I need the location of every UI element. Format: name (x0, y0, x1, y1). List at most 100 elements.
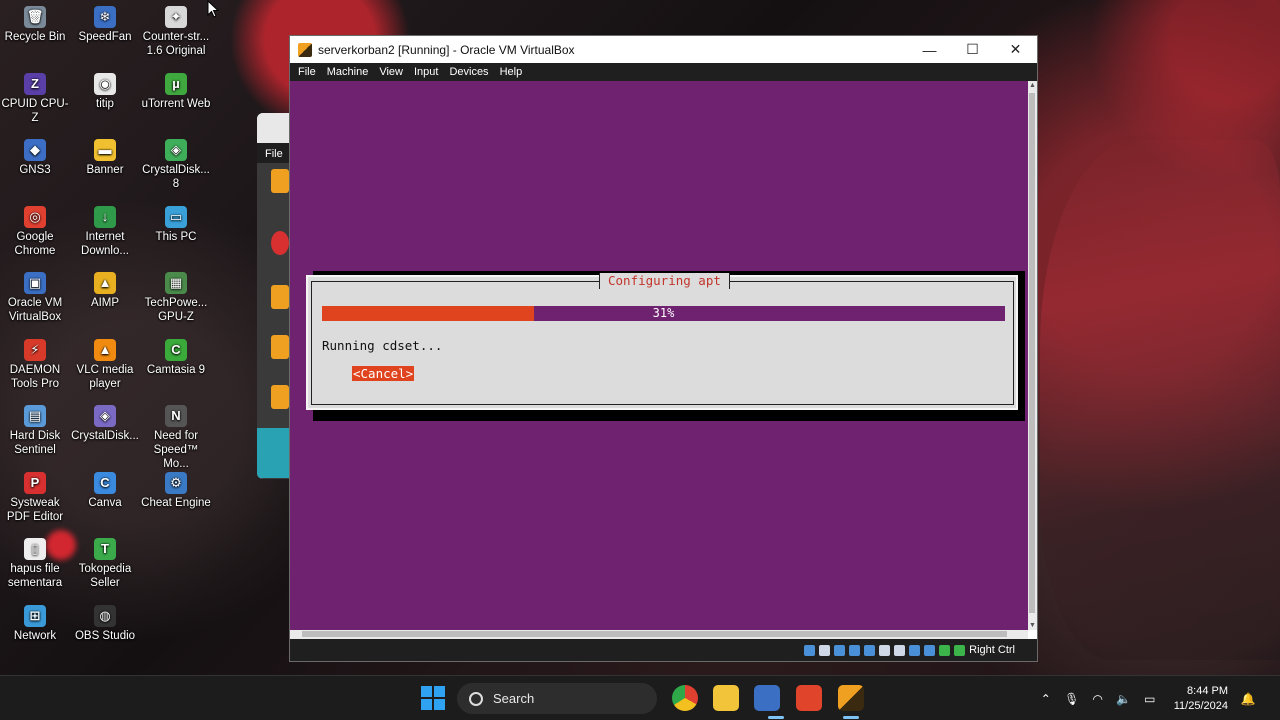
desktop-icon[interactable]: ▦ TechPowe... GPU-Z (141, 272, 211, 324)
desktop-app-icon: Z (24, 72, 46, 95)
desktop-icon[interactable]: ▤ Hard Disk Sentinel (0, 405, 70, 457)
desktop-icon[interactable]: µ uTorrent Web (141, 72, 211, 111)
desktop-icon[interactable]: ◎ Google Chrome (0, 205, 70, 258)
desktop-icon[interactable]: ⊞ Network (0, 604, 70, 643)
desktop-icon[interactable]: ◉ titip (70, 72, 140, 111)
desktop-icon[interactable]: ❄ SpeedFan (70, 6, 140, 44)
vm-window[interactable]: serverkorban2 [Running] - Oracle VM Virt… (289, 35, 1038, 662)
optical-drive-icon[interactable] (819, 644, 831, 656)
desktop-app-icon: T (94, 538, 116, 560)
search-box[interactable]: Search (457, 683, 657, 714)
horizontal-scrollbar[interactable] (290, 630, 1028, 639)
maximize-button[interactable]: ☐ (951, 36, 994, 63)
file-explorer-taskbar-icon[interactable] (713, 685, 739, 711)
vm-list-item-icon[interactable] (271, 385, 289, 409)
desktop-icon[interactable]: ▬ Banner (70, 139, 140, 177)
camtasia-taskbar-icon[interactable] (796, 685, 822, 711)
vertical-scroll-thumb[interactable] (1029, 93, 1035, 613)
progress-bar: 31% (322, 306, 1005, 321)
minimize-button[interactable]: — (908, 36, 951, 63)
virtualbox-taskbar-icon[interactable] (754, 685, 780, 711)
scroll-up-arrow-icon[interactable]: ▲ (1028, 82, 1037, 89)
desktop-icon[interactable]: ▲ VLC media player (70, 338, 140, 391)
desktop-app-icon: µ (165, 72, 187, 95)
desktop-icon[interactable]: ✦ Counter-str... 1.6 Original (141, 6, 211, 58)
vm-titlebar[interactable]: serverkorban2 [Running] - Oracle VM Virt… (290, 36, 1037, 63)
desktop-icon[interactable]: C Camtasia 9 (141, 338, 211, 377)
vm-list-item-icon[interactable] (271, 231, 289, 255)
desktop-icon[interactable]: N Need for Speed™ Mo... (141, 405, 211, 471)
desktop-app-icon: ▯ (24, 538, 46, 560)
desktop-app-icon: ◆ (24, 139, 46, 161)
usb-icon[interactable] (864, 644, 876, 656)
network-icon[interactable] (849, 644, 861, 656)
audio-icon[interactable] (834, 644, 846, 656)
scroll-down-arrow-icon[interactable]: ▼ (1028, 622, 1037, 629)
menu-machine[interactable]: Machine (327, 66, 369, 78)
vm-taskbar-icon[interactable] (838, 685, 864, 711)
desktop-icon[interactable]: ◈ CrystalDisk... 8 (141, 139, 211, 191)
desktop-app-icon: P (24, 471, 46, 494)
hard-disk-icon[interactable] (804, 644, 816, 656)
desktop-icon[interactable]: 🗑 Recycle Bin (0, 6, 70, 44)
status-message: Running cdset... (322, 338, 443, 353)
desktop-icon-label: Counter-str... 1.6 Original (142, 31, 210, 57)
desktop-app-icon: ❄ (94, 6, 116, 28)
chevron-up-icon[interactable]: ⌃ (1038, 692, 1054, 706)
microphone-icon[interactable]: 🎙 (1064, 692, 1080, 706)
vertical-scrollbar[interactable]: ▲ ▼ (1028, 81, 1037, 630)
desktop-icon[interactable]: P Systweak PDF Editor (0, 471, 70, 524)
search-label: Search (493, 691, 535, 706)
desktop-icon[interactable]: ▯ hapus file sementara (0, 538, 70, 590)
shared-folders-icon[interactable] (879, 644, 891, 656)
desktop-icon[interactable]: Z CPUID CPU-Z (0, 72, 70, 125)
menu-devices[interactable]: Devices (449, 66, 488, 78)
desktop-icon[interactable]: T Tokopedia Seller (70, 538, 140, 590)
volume-icon[interactable]: 🔈 (1116, 692, 1132, 706)
desktop-app-icon: C (94, 471, 116, 494)
desktop-icon[interactable]: ◆ GNS3 (0, 139, 70, 177)
chrome-taskbar-icon[interactable] (672, 685, 698, 711)
desktop-icon[interactable]: ▲ AIMP (70, 272, 140, 310)
horizontal-scroll-thumb[interactable] (302, 631, 1007, 637)
menu-input[interactable]: Input (414, 66, 438, 78)
desktop-app-icon: ↓ (94, 205, 116, 228)
vm-list-item-icon[interactable] (271, 285, 289, 309)
mouse-integration-icon[interactable] (939, 644, 951, 656)
vm-display[interactable]: Configuring apt 31% Running cdset... <Ca… (290, 81, 1028, 630)
desktop-icon[interactable]: C Canva (70, 471, 140, 510)
desktop-app-icon: ⚙ (165, 471, 187, 494)
desktop-icon[interactable]: ▭ This PC (141, 205, 211, 244)
desktop-app-icon: ▲ (94, 272, 116, 294)
wifi-icon[interactable]: ◠ (1090, 692, 1106, 706)
keyboard-capture-icon[interactable] (954, 644, 966, 656)
vm-list-item-icon[interactable] (271, 335, 289, 359)
desktop-icon[interactable]: ⚡ DAEMON Tools Pro (0, 338, 70, 391)
battery-icon[interactable]: ▭ (1142, 692, 1158, 706)
cancel-button[interactable]: <Cancel> (352, 366, 415, 381)
desktop-app-icon: C (165, 338, 187, 361)
recording-icon[interactable] (909, 644, 921, 656)
notification-icon[interactable]: 🔔 (1240, 692, 1256, 706)
menu-help[interactable]: Help (500, 66, 523, 78)
desktop-app-icon: N (165, 405, 187, 427)
desktop-icon[interactable]: ◈ CrystalDisk... (70, 405, 140, 443)
display-icon[interactable] (894, 644, 906, 656)
vm-list-item-icon[interactable] (271, 169, 289, 193)
desktop-icon-label: Camtasia 9 (146, 363, 206, 376)
desktop-icon[interactable]: ◍ OBS Studio (70, 604, 140, 643)
close-button[interactable]: ✕ (994, 36, 1037, 63)
menu-file[interactable]: File (298, 66, 316, 78)
clock[interactable]: 8:44 PM 11/25/2024 (1174, 684, 1228, 714)
menu-view[interactable]: View (379, 66, 403, 78)
cpu-icon[interactable] (924, 644, 936, 656)
desktop-icon[interactable]: ⚙ Cheat Engine (141, 471, 211, 510)
desktop-app-icon: ▲ (94, 338, 116, 361)
start-button[interactable] (421, 686, 445, 710)
desktop-icon[interactable]: ↓ Internet Downlo... (70, 205, 140, 258)
desktop-app-icon: ◈ (165, 139, 187, 161)
active-indicator (768, 716, 784, 719)
desktop-icon-label: DAEMON Tools Pro (9, 363, 61, 390)
desktop-icon[interactable]: ▣ Oracle VM VirtualBox (0, 272, 70, 324)
desktop-app-icon: ▣ (24, 272, 46, 294)
